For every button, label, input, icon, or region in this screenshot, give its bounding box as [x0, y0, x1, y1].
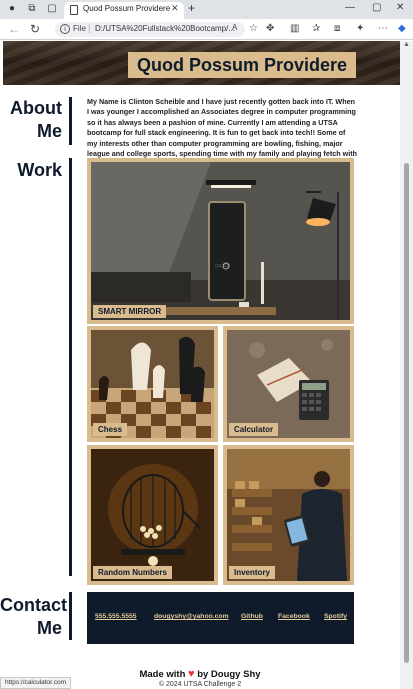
project-calculator[interactable]: Calculator [223, 326, 354, 442]
smart-mirror-image: :::: :::: [91, 162, 350, 320]
split-screen-icon[interactable]: ▥ [290, 23, 299, 34]
scroll-up-icon[interactable]: ▲ [403, 41, 410, 48]
contact-divider [69, 592, 72, 640]
contact-box: 555.555.5555 dougyshy@yahoo.com Github F… [87, 592, 354, 644]
about-heading: About Me [10, 98, 62, 141]
favorites-bar-icon[interactable]: ✰ [312, 23, 320, 34]
scroll-thumb[interactable] [404, 163, 409, 663]
tab-actions-icon[interactable]: ▢ [46, 3, 58, 15]
profile-icon[interactable]: ● [6, 3, 18, 15]
work-divider [69, 158, 72, 576]
project-inventory[interactable]: Inventory [223, 445, 354, 585]
address-separator: | [88, 23, 91, 33]
favorite-icon[interactable]: ☆ [249, 23, 258, 34]
scheme-label: File [73, 24, 86, 33]
address-toolbar: ← ↻ i File | D:/UTSA%20Fullstack%20Bootc… [0, 19, 413, 40]
chess-image [91, 330, 214, 438]
tab-title: Quod Possum Providere [83, 4, 171, 13]
work-heading: Work [17, 160, 62, 180]
back-icon[interactable]: ← [8, 22, 20, 36]
hero-banner: Quod Possum Providere [3, 41, 400, 85]
new-tab-icon[interactable]: + [188, 1, 195, 15]
url-text[interactable]: D:/UTSA%20Fullstack%20Bootcamp/... [95, 24, 235, 33]
edge-sidebar-icon[interactable]: ◆ [398, 23, 406, 34]
workspaces-icon[interactable]: ⧉ [26, 3, 38, 15]
footer-made-suffix: by Dougy Shy [197, 669, 261, 680]
site-title: Quod Possum Providere [128, 52, 356, 78]
page-icon [70, 5, 78, 15]
minimize-icon[interactable]: — [345, 2, 355, 13]
info-icon[interactable]: i [60, 24, 70, 34]
address-bar[interactable]: i File | D:/UTSA%20Fullstack%20Bootcamp/… [55, 22, 245, 37]
phone-link[interactable]: 555.555.5555 [95, 613, 137, 620]
random-numbers-image [91, 449, 214, 581]
copilot-icon[interactable]: ✦ [356, 23, 364, 34]
inventory-image [227, 449, 350, 581]
heart-icon: ♥ [188, 668, 195, 680]
page-viewport: Quod Possum Providere About Me My Name i… [0, 41, 400, 689]
collections-icon[interactable]: ⧈ [334, 23, 340, 34]
page-scrollbar[interactable]: ▲ [400, 41, 413, 689]
spotify-link[interactable]: Spotify [324, 613, 347, 620]
project-smart-mirror[interactable]: :::: :::: SMART MIRROR [87, 158, 354, 324]
calculator-image [227, 330, 350, 438]
project-label: Inventory [229, 566, 276, 579]
contact-heading: Contact Me [0, 595, 67, 638]
about-divider [69, 97, 72, 145]
link-status-tooltip: https://calculator.com [0, 677, 72, 689]
close-tab-icon[interactable]: ✕ [171, 3, 179, 14]
facebook-link[interactable]: Facebook [278, 613, 310, 620]
project-label: Chess [93, 423, 128, 436]
extensions-icon[interactable]: ✥ [266, 23, 274, 34]
footer-made-prefix: Made with [139, 669, 186, 680]
project-label: Calculator [229, 423, 279, 436]
github-link[interactable]: Github [241, 613, 263, 620]
project-label: SMART MIRROR [93, 305, 167, 318]
close-window-icon[interactable]: ✕ [396, 2, 404, 13]
project-chess[interactable]: Chess [87, 326, 218, 442]
project-label: Random Numbers [93, 566, 172, 579]
project-random-numbers[interactable]: Random Numbers [87, 445, 218, 585]
browser-tab-bar: ● ⧉ ▢ Quod Possum Providere ✕ + — ▢ ✕ [0, 0, 413, 19]
more-menu-icon[interactable]: ⋯ [378, 23, 388, 34]
active-tab[interactable]: Quod Possum Providere ✕ [64, 2, 184, 19]
email-link[interactable]: dougyshy@yahoo.com [154, 613, 229, 620]
read-aloud-icon[interactable]: A [232, 23, 237, 32]
maximize-icon[interactable]: ▢ [372, 2, 381, 13]
refresh-icon[interactable]: ↻ [30, 22, 40, 36]
